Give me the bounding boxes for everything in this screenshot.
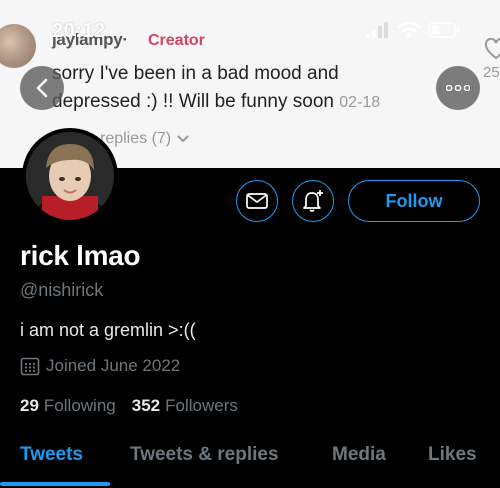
envelope-icon	[246, 193, 268, 209]
more-icon	[446, 85, 470, 91]
tab-likes[interactable]: Likes	[428, 444, 477, 466]
signal-icon	[366, 22, 388, 38]
follow-stats: 29 Following 352 Followers	[20, 396, 238, 416]
joined-label: Joined June 2022	[46, 356, 181, 375]
profile-bio: i am not a gremlin >:((	[20, 320, 196, 340]
followers-count: 352	[131, 396, 161, 415]
follow-button[interactable]: Follow	[348, 180, 480, 222]
tab-tweets[interactable]: Tweets	[20, 444, 83, 466]
more-options-button[interactable]	[436, 66, 480, 110]
followers-link[interactable]: 352 Followers	[132, 396, 238, 416]
comment-body: sorry I've been in a bad mood and depres…	[52, 63, 339, 112]
avatar-image	[26, 132, 114, 220]
active-tab-indicator	[0, 482, 110, 486]
profile-avatar[interactable]	[22, 128, 118, 224]
tab-media[interactable]: Media	[332, 444, 386, 466]
comment-date: 02-18	[339, 94, 381, 111]
back-button[interactable]	[20, 66, 64, 110]
replies-link: replies (7)	[100, 130, 190, 148]
followers-label: Followers	[165, 396, 238, 415]
status-icons	[366, 22, 460, 38]
joined-date: Joined June 2022	[20, 356, 180, 376]
heart-icon	[484, 38, 500, 60]
username-handle: @nishirick	[20, 280, 104, 300]
replies-label: replies (7)	[100, 130, 172, 147]
status-time: 20:12	[52, 20, 106, 42]
message-button[interactable]	[236, 180, 278, 222]
display-name: rick lmao	[20, 240, 141, 271]
chevron-down-icon	[176, 135, 189, 143]
like-count: 25	[483, 64, 500, 81]
following-count: 29	[20, 396, 39, 415]
wifi-icon	[398, 22, 420, 38]
bell-plus-icon	[303, 190, 323, 212]
commenter-avatar	[0, 24, 36, 68]
tab-tweets-replies[interactable]: Tweets & replies	[130, 444, 279, 466]
battery-icon	[428, 22, 459, 38]
comment-text: sorry I've been in a bad mood and depres…	[52, 60, 432, 117]
chevron-left-icon	[36, 78, 48, 98]
following-link[interactable]: 29 Following	[20, 396, 116, 416]
profile-tabs: Tweets Tweets & replies Media Likes	[0, 440, 500, 488]
notifications-button[interactable]	[292, 180, 334, 222]
calendar-icon	[20, 357, 40, 376]
creator-badge: Creator	[148, 32, 205, 49]
following-label: Following	[43, 396, 116, 415]
